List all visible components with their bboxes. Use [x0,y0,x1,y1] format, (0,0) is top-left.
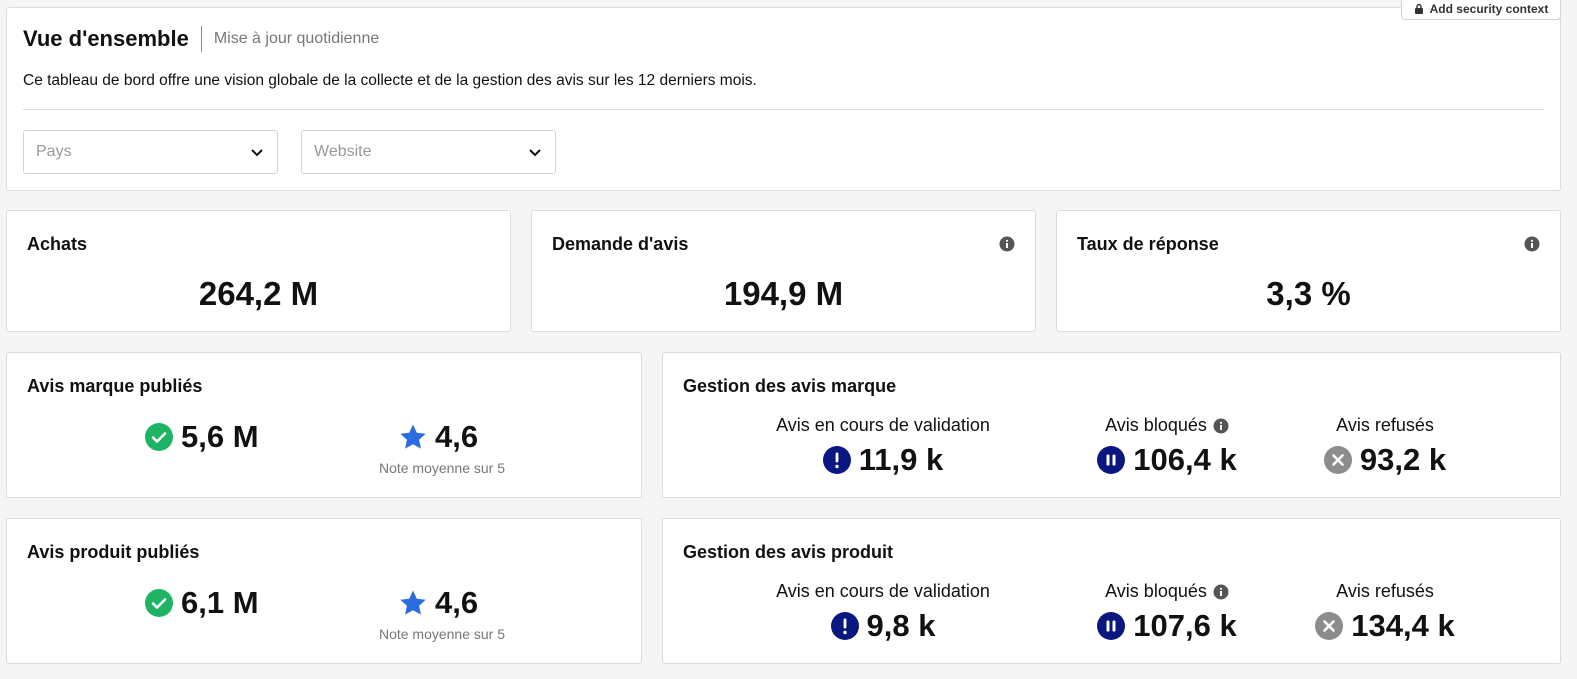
stat-value: 9,8 k [866,608,936,643]
add-security-context-button[interactable]: Add security context [1401,0,1561,20]
card-title: Avis produit publiés [27,542,200,562]
kpi-value: 264,2 M [198,275,319,312]
title-separator [200,26,202,52]
stat-label: Avis refusés [1336,415,1434,435]
overview-header-card: Vue d'ensemble Mise à jour quotidienne C… [6,7,1561,191]
page-description: Ce tableau de bord offre une vision glob… [23,72,757,89]
pause-circle-icon [1097,612,1126,640]
page-subtitle: Mise à jour quotidienne [213,30,380,47]
stat-value: 106,4 k [1133,442,1237,477]
star-icon [400,590,426,615]
pending-validation-stat: Avis en cours de validation 11,9 k [771,415,995,478]
kpi-card-achats: Achats 264,2 M [6,210,511,332]
kpi-value: 3,3 % [1266,275,1351,312]
stat-label: Avis refusés [1336,581,1434,601]
divider [23,109,1544,110]
pause-circle-icon [1097,446,1126,474]
check-circle-icon [145,589,173,617]
published-count: 6,1 M [145,585,259,621]
check-circle-icon [145,423,173,451]
stat-value: 11,9 k [858,442,944,477]
country-select-placeholder: Pays [36,143,72,160]
kpi-title: Demande d'avis [552,234,689,254]
chevron-down-icon [529,149,541,157]
average-rating-value: 4,6 [435,419,479,454]
card-title: Gestion des avis produit [683,542,894,562]
kpi-value: 194,9 M [723,275,844,312]
x-circle-icon [1315,612,1344,640]
stat-label: Avis en cours de validation [776,415,990,435]
info-icon[interactable] [1524,236,1540,252]
blocked-stat: Avis bloqués 106,4 k [1077,415,1257,478]
published-count-value: 6,1 M [181,585,259,620]
pending-validation-stat: Avis en cours de validation 9,8 k [771,581,995,644]
kpi-card-demande-avis: Demande d'avis 194,9 M [531,210,1036,332]
star-icon [400,424,426,449]
refused-stat: Avis refusés 93,2 k [1297,415,1473,478]
average-rating-value: 4,6 [435,585,479,620]
kpi-title: Achats [27,234,88,254]
average-rating: 4,6 [399,585,478,621]
refused-stat: Avis refusés 134,4 k [1297,581,1473,644]
rating-caption: Note moyenne sur 5 [378,626,506,642]
exclamation-circle-icon [822,446,851,474]
chevron-down-icon [251,149,263,157]
brand-reviews-published-card: Avis marque publiés 5,6 M 4,6 Note moyen… [6,352,642,498]
website-select[interactable]: Website [301,130,556,174]
exclamation-circle-icon [830,612,859,640]
page-title: Vue d'ensemble [23,26,189,51]
rating-caption: Note moyenne sur 5 [378,460,506,476]
product-reviews-published-card: Avis produit publiés 6,1 M 4,6 Note moye… [6,518,642,664]
x-circle-icon [1323,446,1352,474]
average-rating: 4,6 [399,419,478,455]
product-reviews-management-card: Gestion des avis produit Avis en cours d… [662,518,1561,664]
country-select[interactable]: Pays [23,130,278,174]
stat-label: Avis en cours de validation [776,581,990,601]
published-count: 5,6 M [145,419,259,455]
title-row: Vue d'ensemble Mise à jour quotidienne [23,26,379,52]
website-select-placeholder: Website [314,143,372,160]
stat-label: Avis bloqués [1105,581,1207,601]
kpi-title: Taux de réponse [1077,234,1219,254]
info-icon[interactable] [999,236,1015,252]
published-count-value: 5,6 M [181,419,259,454]
card-title: Avis marque publiés [27,376,203,396]
stat-value: 134,4 k [1351,608,1455,643]
card-title: Gestion des avis marque [683,376,897,396]
info-icon[interactable] [1213,584,1229,600]
info-icon[interactable] [1213,418,1229,434]
stat-label: Avis bloqués [1105,415,1207,435]
brand-reviews-management-card: Gestion des avis marque Avis en cours de… [662,352,1561,498]
kpi-card-taux-reponse: Taux de réponse 3,3 % [1056,210,1561,332]
lock-icon [1414,3,1423,14]
security-button-label: Add security context [1429,1,1549,16]
stat-value: 107,6 k [1133,608,1237,643]
stat-value: 93,2 k [1359,442,1447,477]
blocked-stat: Avis bloqués 107,6 k [1077,581,1257,644]
